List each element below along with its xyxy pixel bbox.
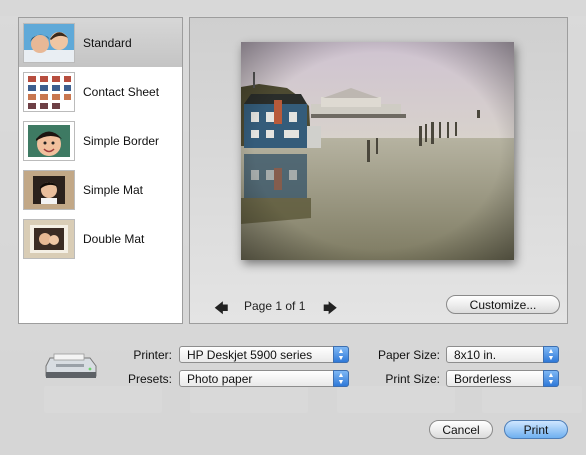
template-label: Standard [83,35,132,50]
arrow-right-icon[interactable]: 🡆 [323,298,337,322]
preview-photo [241,42,514,260]
standard-thumbnail [23,22,75,63]
customize-button[interactable]: Customize... [446,295,560,314]
cancel-button[interactable]: Cancel [429,420,493,439]
template-item-standard[interactable]: Standard [19,18,182,67]
print-preview-pane: 🡄 Page 1 of 1 🡆 Customize... [189,17,568,324]
contact-sheet-thumbnail [23,71,75,112]
template-item-double-mat[interactable]: Double Mat [19,214,182,263]
template-item-contact-sheet[interactable]: Contact Sheet [19,67,182,116]
stepper-arrows-icon: ▲ ▼ [543,370,559,387]
presets-value: Photo paper [187,372,253,386]
template-label: Simple Mat [83,182,144,197]
stepper-arrows-icon: ▲ ▼ [333,370,349,387]
stepper-arrows-icon: ▲ ▼ [333,346,349,363]
template-list: Standard Contact Sheet Simple Border Sim… [18,17,183,324]
print-sheet: Standard Contact Sheet Simple Border Sim… [0,0,586,455]
simple-border-thumbnail [23,120,75,161]
paper-size-value: 8x10 in. [454,348,497,362]
template-item-simple-border[interactable]: Simple Border [19,116,182,165]
printer-icon [44,352,98,385]
stepper-arrows-icon: ▲ ▼ [543,346,559,363]
print-size-label: Print Size: [385,372,440,386]
printer-value: HP Deskjet 5900 series [187,348,313,362]
page-indicator: Page 1 of 1 [244,299,306,313]
print-button[interactable]: Print [504,420,568,439]
printer-select[interactable]: HP Deskjet 5900 series ▲ ▼ [179,346,349,363]
paper-size-select[interactable]: 8x10 in. ▲ ▼ [446,346,559,363]
template-label: Contact Sheet [83,84,160,99]
presets-select[interactable]: Photo paper ▲ ▼ [179,370,349,387]
print-size-select[interactable]: Borderless ▲ ▼ [446,370,559,387]
template-label: Simple Border [83,133,160,148]
arrow-left-icon[interactable]: 🡄 [214,298,228,322]
simple-mat-thumbnail [23,169,75,210]
template-label: Double Mat [83,231,145,246]
template-item-simple-mat[interactable]: Simple Mat [19,165,182,214]
double-mat-thumbnail [23,218,75,259]
printer-label: Printer: [133,348,172,362]
paper-size-label: Paper Size: [377,348,440,362]
print-size-value: Borderless [454,372,512,386]
presets-label: Presets: [127,372,172,386]
